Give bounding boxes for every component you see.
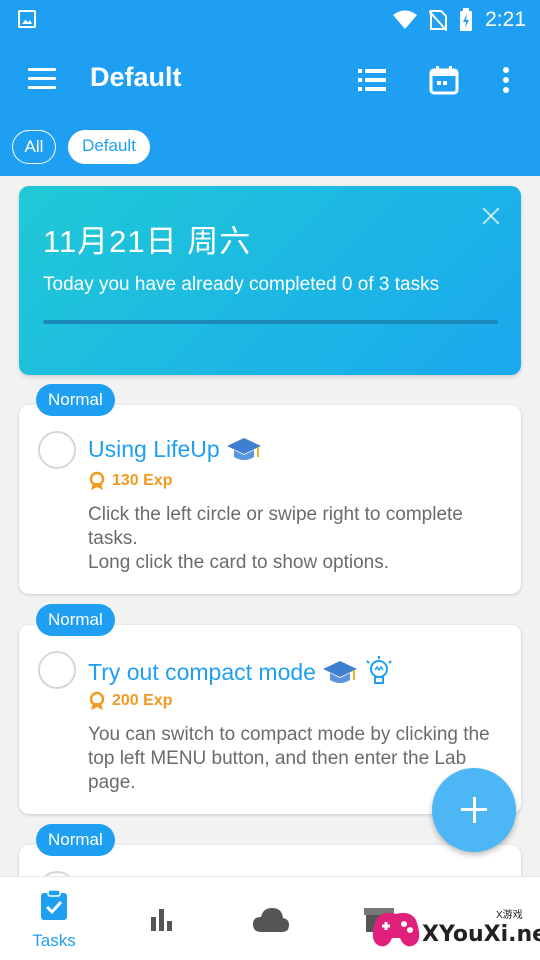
- exp-value: 200 Exp: [112, 692, 173, 709]
- clipboard-check-icon: [41, 889, 67, 920]
- graduation-cap-icon: [322, 661, 357, 683]
- task-description-line: Click the left circle or swipe right to …: [88, 504, 463, 549]
- priority-badge: Normal: [36, 824, 115, 856]
- close-icon[interactable]: [481, 206, 501, 226]
- more-vert-icon[interactable]: [496, 64, 516, 96]
- watermark: XYouXi.net X游戏: [362, 900, 540, 960]
- gamepad-logo-icon: [372, 912, 420, 947]
- priority-badge: Normal: [36, 604, 115, 636]
- page-title: Default: [90, 62, 182, 92]
- daily-summary-card: 11月21日 周六 Today you have already complet…: [19, 186, 521, 375]
- menu-icon[interactable]: [28, 68, 56, 90]
- category-chips: All Default: [0, 122, 540, 176]
- task-description: Click the left circle or swipe right to …: [88, 503, 512, 575]
- task-card[interactable]: Using LifeUp 130 Exp Click the left circ…: [19, 405, 521, 594]
- priority-badge: Normal: [36, 384, 115, 416]
- medal-icon: [89, 691, 105, 710]
- bar-chart-icon: [151, 909, 172, 931]
- task-title-row: Try out compact mode: [88, 655, 394, 689]
- summary-progress-bar: [43, 320, 498, 324]
- no-sim-icon: [429, 10, 448, 31]
- status-time: 2:21: [485, 8, 526, 31]
- chip-default[interactable]: Default: [68, 130, 150, 164]
- task-description-line: Long click the card to show options.: [88, 552, 390, 573]
- exp-reward: 130 Exp: [88, 471, 172, 491]
- chip-all[interactable]: All: [12, 130, 56, 164]
- complete-checkbox[interactable]: [38, 431, 76, 469]
- nav-tasks-label: Tasks: [32, 931, 76, 950]
- graduation-cap-icon: [226, 438, 261, 460]
- summary-date: 11月21日 周六: [43, 224, 252, 259]
- task-title-row: Using LifeUp: [88, 435, 262, 463]
- lightbulb-icon: [366, 656, 392, 684]
- list-view-icon[interactable]: [356, 64, 388, 96]
- task-title: Using LifeUp: [88, 435, 220, 462]
- wifi-icon: [393, 10, 418, 29]
- battery-charging-icon: [460, 8, 473, 31]
- watermark-text: XYouXi.net: [422, 922, 540, 947]
- cloud-icon: [253, 908, 289, 932]
- complete-checkbox[interactable]: [38, 651, 76, 689]
- nav-statistics[interactable]: [108, 877, 216, 960]
- nav-cloud[interactable]: [216, 877, 324, 960]
- task-title: Try out compact mode: [88, 658, 316, 685]
- image-notification-icon: [18, 10, 36, 28]
- watermark-sub: X游戏: [496, 910, 523, 921]
- medal-icon: [89, 471, 105, 490]
- exp-value: 130 Exp: [112, 472, 173, 489]
- status-bar: 2:21: [0, 0, 540, 40]
- summary-message: Today you have already completed 0 of 3 …: [43, 274, 440, 295]
- app-bar: Default: [0, 40, 540, 122]
- exp-reward: 200 Exp: [88, 691, 172, 711]
- add-task-button[interactable]: [432, 768, 516, 852]
- nav-tasks[interactable]: Tasks: [0, 877, 108, 960]
- calendar-icon[interactable]: [428, 64, 460, 96]
